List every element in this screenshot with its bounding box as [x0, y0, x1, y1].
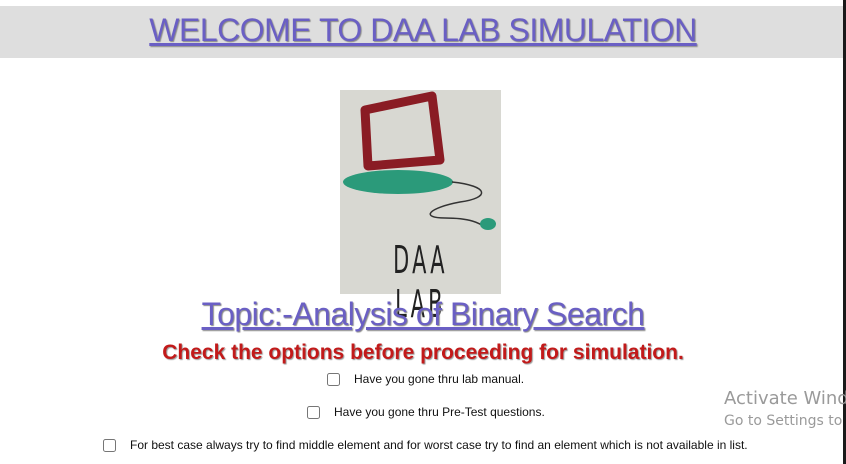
- best-worst-case-checkbox[interactable]: [103, 438, 116, 452]
- topic-heading: Topic:-Analysis of Binary Search: [201, 296, 645, 332]
- checklist-item-best-worst-case: For best case always try to find middle …: [103, 438, 748, 452]
- activation-watermark-line2: Go to Settings to a: [724, 413, 846, 429]
- checklist-item-lab-manual: Have you gone thru lab manual.: [327, 372, 524, 386]
- activation-watermark-line1: Activate Wind: [724, 388, 846, 409]
- lab-manual-checkbox[interactable]: [327, 372, 340, 386]
- best-worst-case-label: For best case always try to find middle …: [130, 438, 748, 452]
- checklist-item-pretest: Have you gone thru Pre-Test questions.: [307, 405, 545, 419]
- instruction-text: Check the options before proceeding for …: [162, 341, 684, 364]
- daa-lab-logo: DAA LAB: [340, 90, 501, 326]
- page-title: WELCOME TO DAA LAB SIMULATION: [149, 12, 697, 48]
- pretest-checkbox[interactable]: [307, 405, 320, 419]
- lab-manual-label: Have you gone thru lab manual.: [354, 372, 525, 386]
- pretest-label: Have you gone thru Pre-Test questions.: [334, 405, 545, 419]
